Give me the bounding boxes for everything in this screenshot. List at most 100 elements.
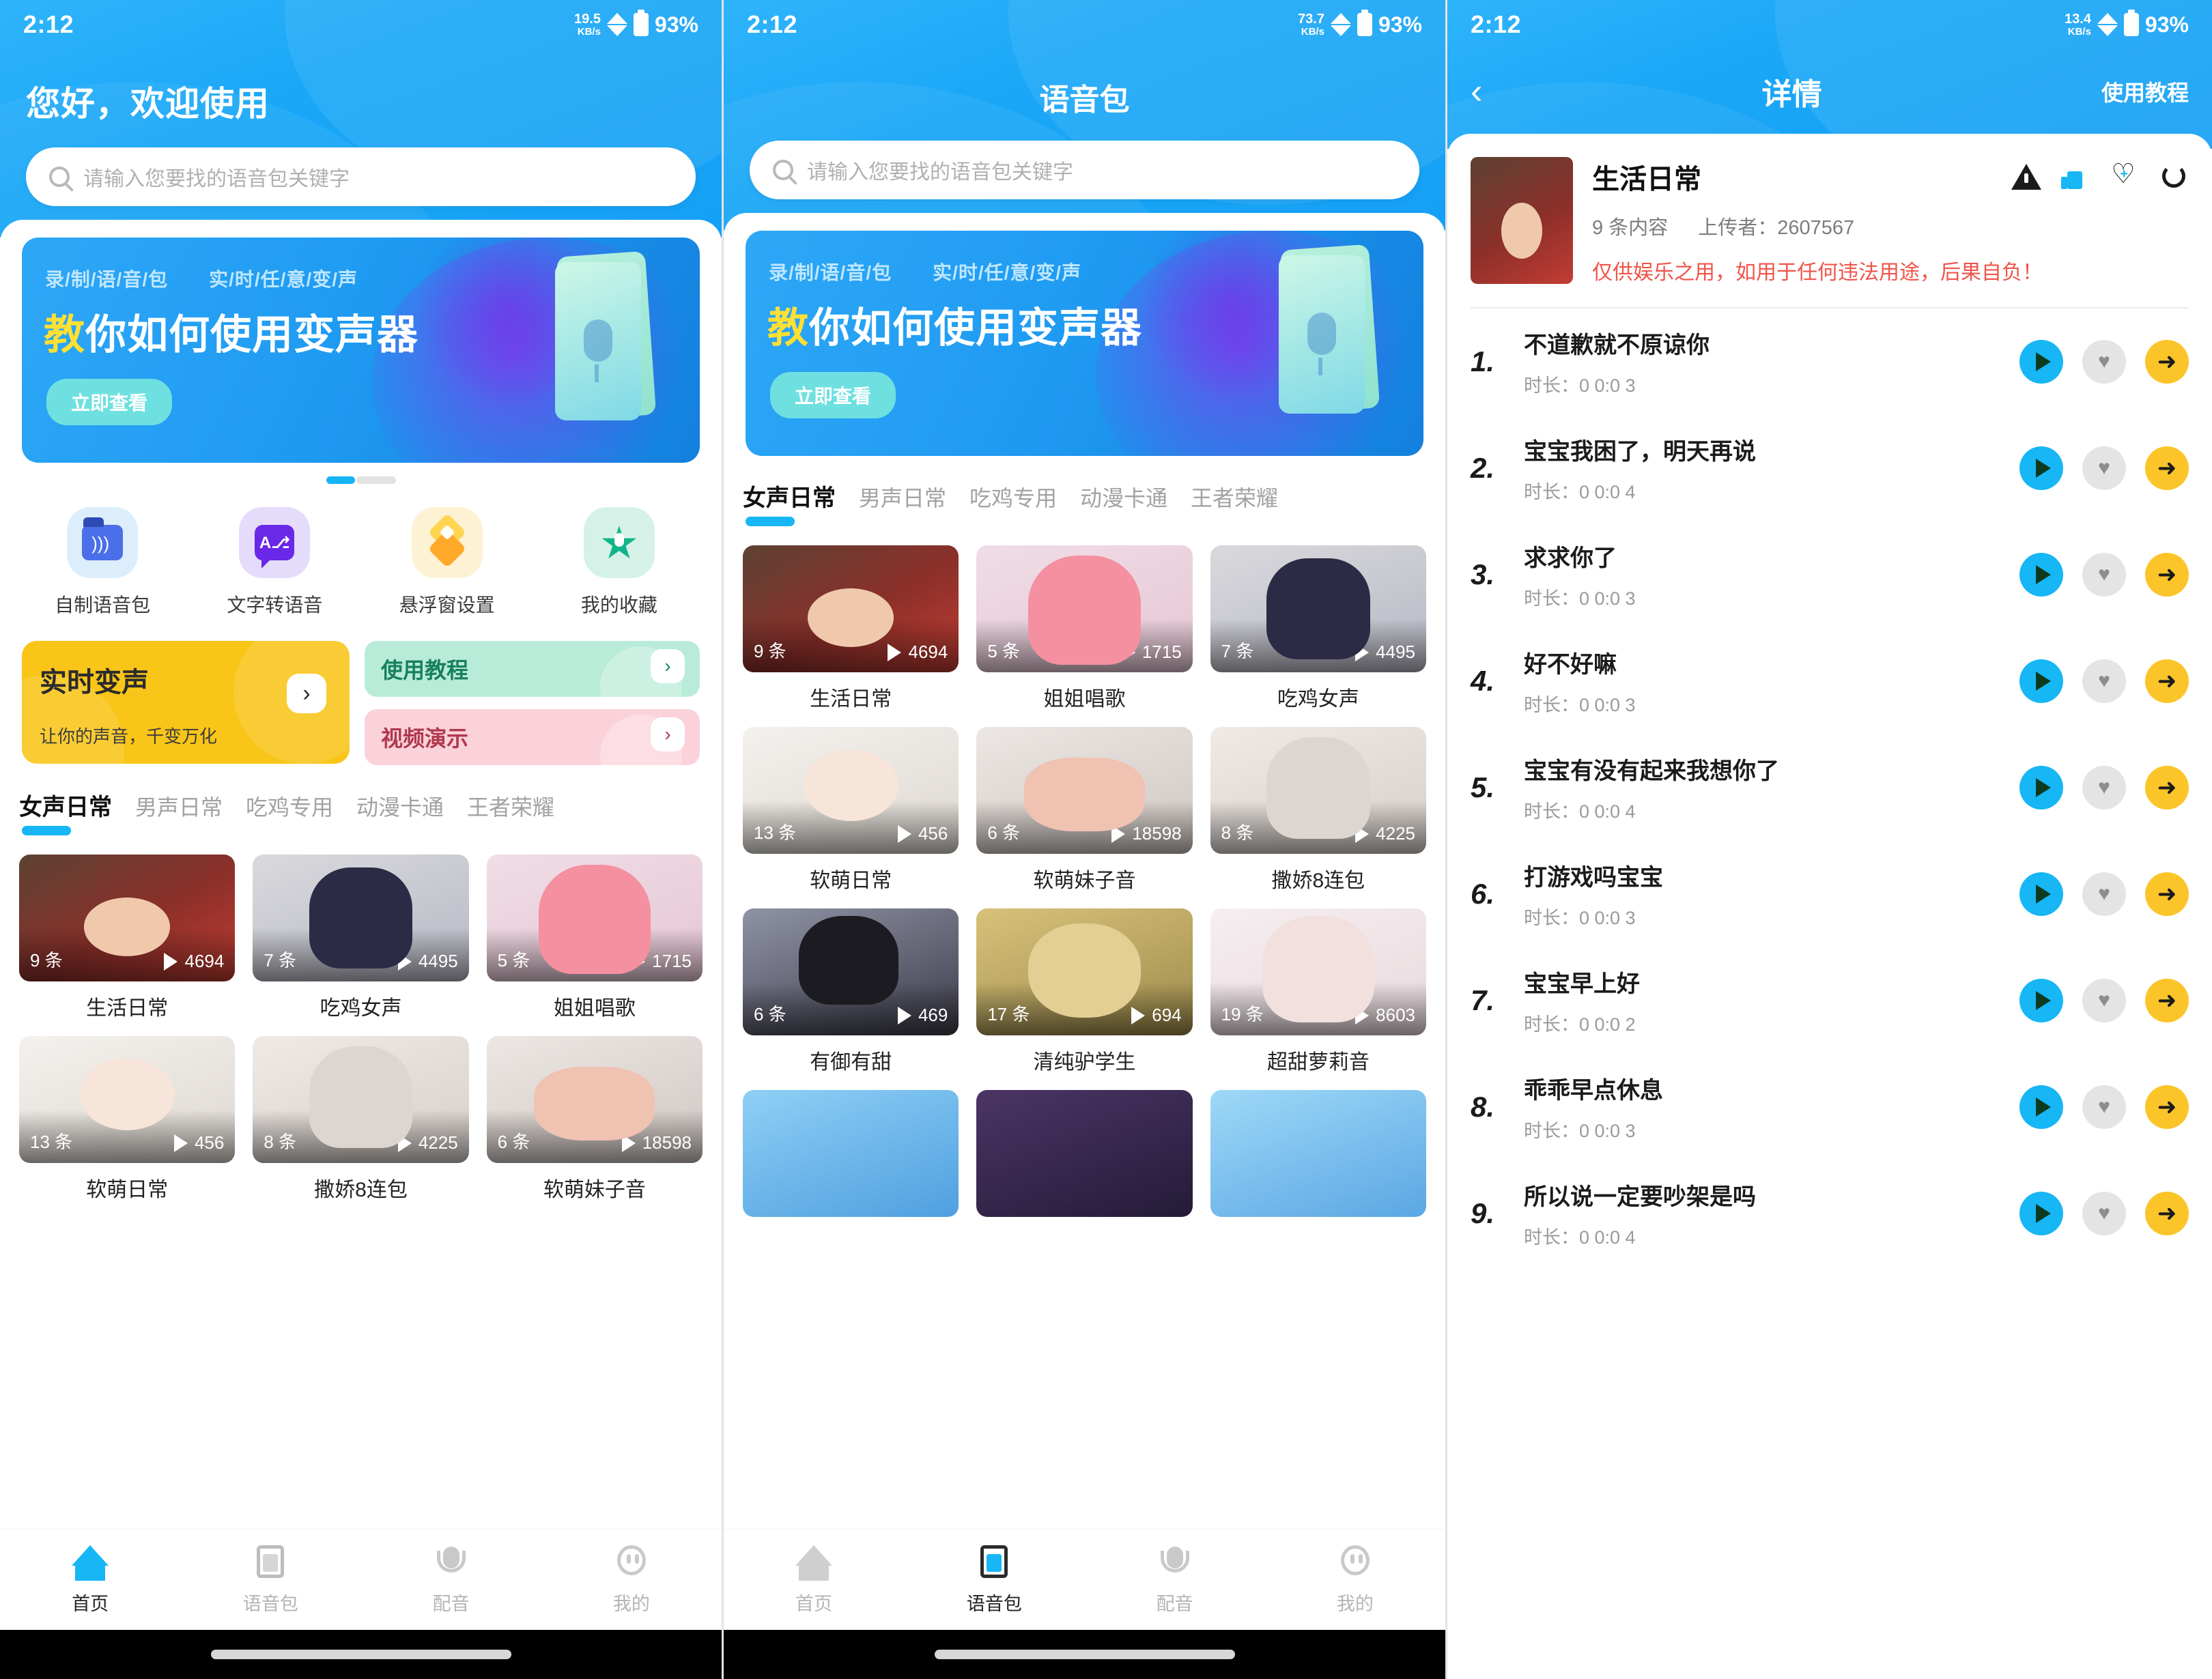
search-input[interactable]: 请输入您要找的语音包关键字 (750, 141, 1419, 199)
tutorial-link[interactable]: 使用教程 (2101, 76, 2189, 107)
share-arrow-icon[interactable]: ➜ (2145, 872, 2189, 916)
share-arrow-icon[interactable]: ➜ (2145, 1085, 2189, 1129)
heart-add-icon[interactable]: ♡ (2110, 160, 2140, 192)
list-item[interactable]: 9. 所以说一定要吵架是吗 时长：0 0:0 4 ♥ ➜ (1471, 1160, 2189, 1267)
voice-pack-card[interactable]: 7 条 4495 吃鸡女声 (1210, 545, 1426, 712)
banner-dot[interactable] (356, 476, 396, 484)
play-icon[interactable] (2019, 978, 2063, 1022)
play-icon[interactable] (2019, 1085, 2063, 1129)
list-item[interactable]: 4. 好不好嘛 时长：0 0:0 3 ♥ ➜ (1471, 628, 2189, 734)
tabbar-item-dub[interactable]: 配音 (1085, 1544, 1265, 1616)
banner-cta-button[interactable]: 立即查看 (770, 372, 896, 418)
play-icon[interactable] (2019, 446, 2063, 490)
voice-pack-card[interactable]: 6 条 18598 软萌妹子音 (976, 727, 1193, 893)
quick-item-favorites[interactable]: ★ 我的收藏 (533, 507, 705, 618)
quick-item-floating-window[interactable]: 悬浮窗设置 (361, 507, 533, 618)
voice-pack-card[interactable]: 7 条 4495 吃鸡女声 (253, 855, 469, 1021)
report-warning-icon[interactable] (2011, 162, 2041, 192)
share-arrow-icon[interactable]: ➜ (2145, 659, 2189, 703)
list-item[interactable]: 5. 宝宝有没有起来我想你了 时长：0 0:0 4 ♥ ➜ (1471, 734, 2189, 841)
play-icon[interactable] (2019, 552, 2063, 597)
tabbar-item-dub[interactable]: 配音 (361, 1544, 541, 1616)
chevron-right-icon[interactable]: › (651, 717, 685, 751)
chevron-right-icon[interactable]: › (287, 674, 326, 713)
voice-pack-card[interactable]: 8 条 4225 撒娇8连包 (253, 1036, 469, 1203)
voice-pack-card[interactable] (1210, 1090, 1426, 1217)
voice-pack-card[interactable]: 5 条 1715 姐姐唱歌 (976, 545, 1193, 712)
tabbar-item-voice-pack[interactable]: 语音包 (904, 1544, 1084, 1616)
favorite-heart-icon[interactable]: ♥ (2082, 1191, 2126, 1235)
realtime-voice-card[interactable]: 实时变声 让你的声音，千变万化 › (22, 641, 350, 764)
voice-pack-card[interactable]: 6 条 18598 软萌妹子音 (486, 1036, 703, 1203)
quick-action-row: ))) 自制语音包 A⎇ 文字转语音 悬浮窗设置 ★ 我的收藏 (0, 484, 722, 618)
list-item[interactable]: 8. 乖乖早点休息 时长：0 0:0 3 ♥ ➜ (1471, 1054, 2189, 1160)
banner-dot-active[interactable] (326, 476, 355, 484)
share-arrow-icon[interactable]: ➜ (2145, 339, 2189, 384)
tab-female-daily[interactable]: 女声日常 (743, 479, 836, 526)
voice-pack-card[interactable]: 8 条 4225 撒娇8连包 (1210, 727, 1426, 893)
chevron-right-icon[interactable]: › (651, 649, 685, 683)
gesture-pill[interactable] (210, 1650, 511, 1659)
tutorial-card[interactable]: 使用教程 › (365, 641, 700, 697)
list-item[interactable]: 1. 不道歉就不原谅你 时长：0 0:0 3 ♥ ➜ (1471, 308, 2189, 415)
voice-pack-card[interactable]: 13 条 456 软萌日常 (743, 727, 959, 893)
quick-item-text-to-speech[interactable]: A⎇ 文字转语音 (188, 507, 360, 618)
list-item[interactable]: 2. 宝宝我困了，明天再说 时长：0 0:0 4 ♥ ➜ (1471, 415, 2189, 521)
tabbar-item-voice-pack[interactable]: 语音包 (180, 1544, 360, 1616)
share-arrow-icon[interactable]: ➜ (2145, 1191, 2189, 1235)
voice-pack-card[interactable]: 9 条 4694 生活日常 (743, 545, 959, 712)
favorite-heart-icon[interactable]: ♥ (2082, 978, 2126, 1022)
banner-cta-button[interactable]: 立即查看 (46, 379, 173, 425)
voice-pack-card[interactable] (976, 1090, 1193, 1217)
favorite-heart-icon[interactable]: ♥ (2082, 659, 2126, 703)
tab-honor-of-kings[interactable]: 王者荣耀 (1191, 481, 1278, 526)
favorite-heart-icon[interactable]: ♥ (2082, 765, 2126, 809)
voice-pack-card[interactable]: 13 条 456 软萌日常 (19, 1036, 236, 1203)
banner-pagination[interactable] (22, 463, 700, 484)
list-item[interactable]: 3. 求求你了 时长：0 0:0 3 ♥ ➜ (1471, 521, 2189, 628)
tab-anime[interactable]: 动漫卡通 (356, 790, 444, 835)
play-icon[interactable] (2019, 659, 2063, 703)
tab-pubg[interactable]: 吃鸡专用 (969, 481, 1057, 526)
voice-pack-card[interactable]: 9 条 4694 生活日常 (19, 855, 236, 1021)
favorite-heart-icon[interactable]: ♥ (2082, 446, 2126, 490)
tabbar-item-profile[interactable]: 我的 (541, 1544, 722, 1616)
play-icon[interactable] (2019, 339, 2063, 384)
tab-honor-of-kings[interactable]: 王者荣耀 (467, 790, 554, 835)
play-icon[interactable] (2019, 1191, 2063, 1235)
voice-pack-card[interactable]: 17 条 694 清纯驴学生 (976, 908, 1193, 1075)
voice-pack-card[interactable] (743, 1090, 959, 1217)
back-chevron-icon[interactable]: ‹ (1471, 74, 1482, 109)
tabbar-item-home[interactable]: 首页 (0, 1544, 180, 1616)
list-item[interactable]: 7. 宝宝早上好 时长：0 0:0 2 ♥ ➜ (1471, 947, 2189, 1054)
favorite-heart-icon[interactable]: ♥ (2082, 872, 2126, 916)
tabbar-item-home[interactable]: 首页 (724, 1544, 904, 1616)
favorite-heart-icon[interactable]: ♥ (2082, 339, 2126, 384)
play-icon[interactable] (2019, 872, 2063, 916)
share-arrow-icon[interactable]: ➜ (2145, 765, 2189, 809)
quick-item-custom-voice[interactable]: ))) 自制语音包 (16, 507, 188, 618)
share-arrow-icon[interactable]: ➜ (2145, 978, 2189, 1022)
search-input[interactable]: 请输入您要找的语音包关键字 (26, 147, 696, 206)
voice-pack-card[interactable]: 5 条 1715 姐姐唱歌 (486, 855, 703, 1021)
play-icon[interactable] (2019, 765, 2063, 809)
voice-pack-card[interactable]: 6 条 469 有御有甜 (743, 908, 959, 1075)
tab-anime[interactable]: 动漫卡通 (1080, 481, 1167, 526)
gesture-pill[interactable] (934, 1650, 1235, 1659)
thumbs-up-icon[interactable] (2060, 162, 2090, 192)
tab-male-daily[interactable]: 男声日常 (859, 481, 946, 526)
favorite-heart-icon[interactable]: ♥ (2082, 552, 2126, 597)
share-arrow-icon[interactable]: ➜ (2145, 446, 2189, 490)
tutorial-banner[interactable]: 录/制/语/音/包 实/时/任/意/变/声 教你如何使用变声器 立即查看 (746, 231, 1423, 456)
favorite-heart-icon[interactable]: ♥ (2082, 1085, 2126, 1129)
tab-pubg[interactable]: 吃鸡专用 (246, 790, 333, 835)
share-arrow-icon[interactable]: ➜ (2145, 552, 2189, 597)
list-item[interactable]: 6. 打游戏吗宝宝 时长：0 0:0 3 ♥ ➜ (1471, 841, 2189, 947)
video-demo-card[interactable]: 视频演示 › (365, 709, 700, 765)
tab-male-daily[interactable]: 男声日常 (135, 790, 223, 835)
tab-female-daily[interactable]: 女声日常 (19, 788, 112, 835)
tutorial-banner[interactable]: 录/制/语/音/包 实/时/任/意/变/声 教你如何使用变声器 立即查看 (22, 238, 700, 463)
voice-pack-card[interactable]: 19 条 8603 超甜萝莉音 (1210, 908, 1426, 1075)
tabbar-item-profile[interactable]: 我的 (1265, 1544, 1445, 1616)
refresh-icon[interactable] (2159, 162, 2189, 192)
